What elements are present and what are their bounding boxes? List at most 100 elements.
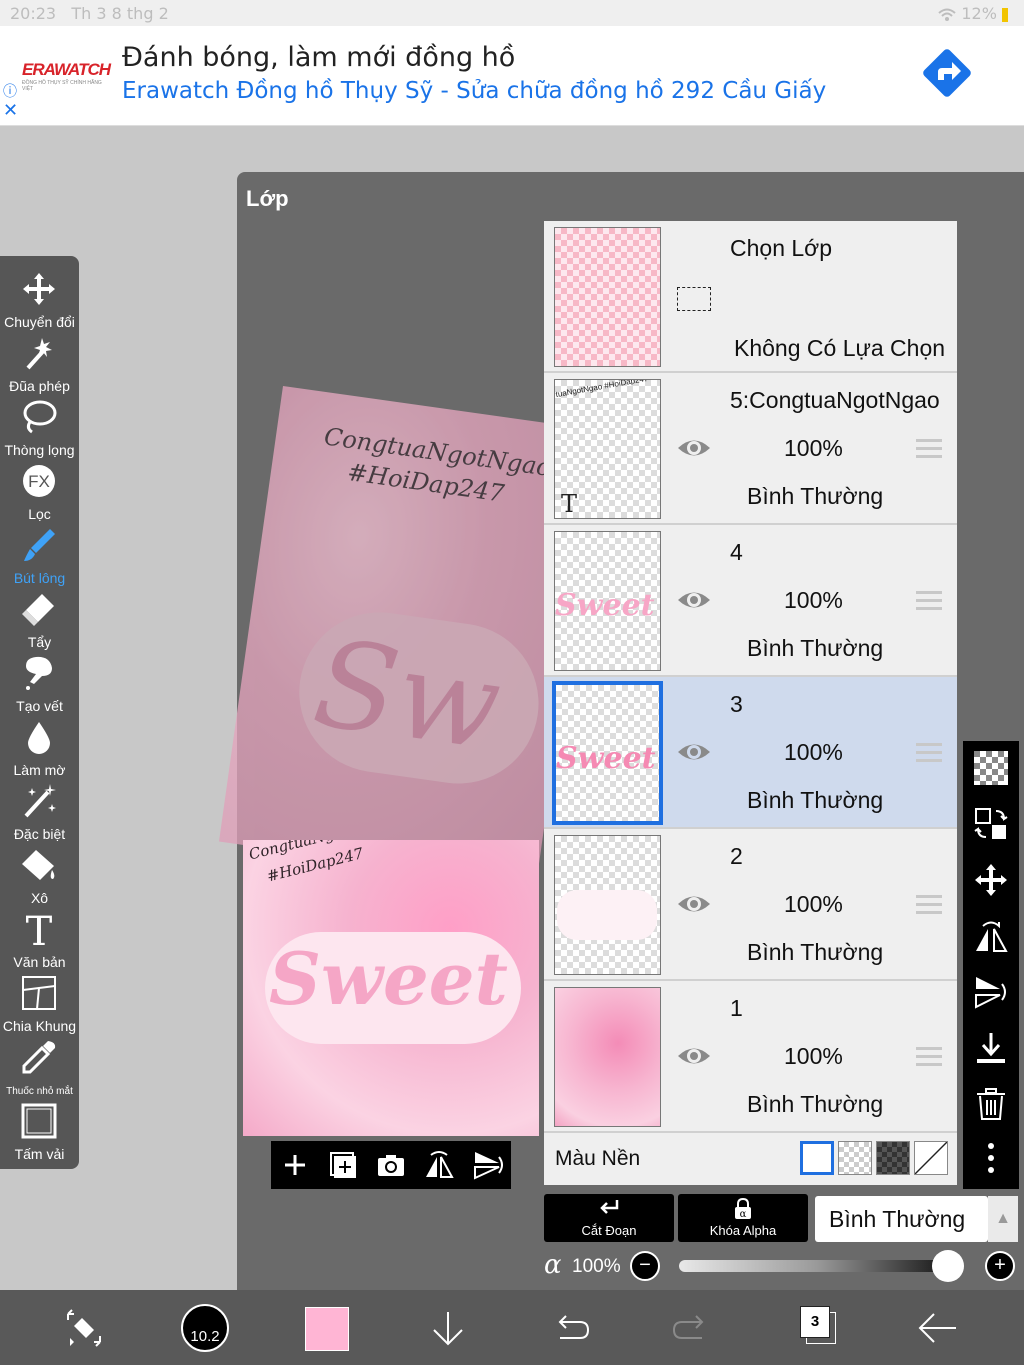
blend-mode-arrow-icon[interactable]: ▲ xyxy=(988,1196,1018,1242)
fx-glyph: FX xyxy=(28,472,50,491)
tool-filter[interactable]: FX Lọc xyxy=(0,462,79,526)
opacity-increase-button[interactable]: + xyxy=(985,1251,1015,1281)
undo-icon[interactable] xyxy=(546,1304,594,1352)
eye-icon[interactable] xyxy=(676,889,712,919)
lasso-icon xyxy=(23,400,57,434)
drag-handle-icon[interactable] xyxy=(916,1047,942,1067)
duplicate-layer-icon[interactable] xyxy=(327,1149,359,1181)
layer-opacity: 100% xyxy=(784,435,843,461)
layer-opacity: 100% xyxy=(784,891,843,917)
opacity-slider[interactable] xyxy=(679,1260,954,1272)
layer-row[interactable]: 2 100% Bình Thường xyxy=(544,829,957,981)
ad-title[interactable]: Đánh bóng, làm mới đồng hồ xyxy=(122,42,515,73)
tool-label: Bút lông xyxy=(13,570,66,586)
merge-down-icon[interactable] xyxy=(974,1031,1008,1065)
background-color-label: Màu Nền xyxy=(555,1147,641,1170)
opacity-value: 100% xyxy=(572,1256,621,1277)
directions-arrow-icon[interactable] xyxy=(916,42,978,104)
bg-none-swatch[interactable] xyxy=(914,1141,948,1175)
layer-row[interactable]: 1 100% Bình Thường xyxy=(544,981,957,1133)
eye-icon[interactable] xyxy=(676,1041,712,1071)
tool-bucket[interactable]: Xô xyxy=(0,846,79,910)
tool-text[interactable]: T Văn bản xyxy=(0,910,79,974)
eye-icon[interactable] xyxy=(676,737,712,767)
checker-icon[interactable] xyxy=(974,751,1008,785)
flip-vertical-icon[interactable] xyxy=(974,975,1008,1009)
tool-label: Tẩy xyxy=(27,634,52,650)
quick-tools-icon[interactable] xyxy=(60,1304,108,1352)
flip-vertical-icon[interactable] xyxy=(471,1149,503,1181)
canvas-artwork[interactable]: CongtuaNgotNgao #HoiDap247 Sw xyxy=(218,386,600,887)
tool-eyedropper[interactable]: Thuốc nhỏ mắt xyxy=(0,1038,79,1102)
layer-thumbnail: Sweet xyxy=(552,681,663,825)
opacity-slider-knob[interactable] xyxy=(932,1250,964,1282)
flip-horizontal-icon[interactable] xyxy=(423,1149,455,1181)
redo-icon[interactable] xyxy=(668,1304,716,1352)
layer-row-selected[interactable]: Sweet 3 100% Bình Thường xyxy=(544,677,957,829)
tool-magic-wand[interactable]: Đũa phép xyxy=(0,334,79,398)
brush-size-indicator[interactable]: 10.2 xyxy=(181,1304,229,1352)
add-layer-icon[interactable] xyxy=(279,1149,311,1181)
flip-horizontal-icon[interactable] xyxy=(974,919,1008,953)
ad-brand-tag: ĐỒNG HỒ THỤY SỸ CHÍNH HÃNG VIỆT xyxy=(22,80,102,92)
color-swatch[interactable] xyxy=(305,1307,349,1351)
tool-transform[interactable]: Chuyển đổi xyxy=(0,270,79,334)
tool-smudge[interactable]: Tạo vết xyxy=(0,654,79,718)
canvas-preview[interactable]: CongtuaNgotNgao #HoiDap247 Sweet xyxy=(243,840,539,1136)
back-arrow-icon[interactable] xyxy=(914,1304,962,1352)
layer-name: 3 xyxy=(730,691,743,717)
drag-handle-icon[interactable] xyxy=(916,743,942,763)
camera-icon[interactable] xyxy=(375,1149,407,1181)
drag-handle-icon[interactable] xyxy=(916,895,942,915)
move-icon[interactable] xyxy=(974,863,1008,897)
tool-label: Làm mờ xyxy=(13,762,66,778)
layer-blend-mode: Bình Thường xyxy=(747,939,884,965)
tool-label: Đũa phép xyxy=(9,378,70,394)
blend-mode-select[interactable]: Bình Thường xyxy=(815,1196,988,1242)
tool-special[interactable]: Đặc biệt xyxy=(0,782,79,846)
tool-frame-divider[interactable]: Chia Khung xyxy=(0,974,79,1038)
layer-row[interactable]: tuaNgotNgao #HoiDap247 T 5:CongtuaNgotNg… xyxy=(544,373,957,525)
tool-canvas[interactable]: Tấm vải xyxy=(0,1102,79,1166)
eye-icon[interactable] xyxy=(676,433,712,463)
close-icon[interactable]: ✕ xyxy=(3,100,18,121)
status-time-date: 20:23 Th 3 8 thg 2 xyxy=(10,4,169,23)
selection-rect-icon xyxy=(677,287,711,311)
eye-icon[interactable] xyxy=(676,585,712,615)
layer-blend-mode: Bình Thường xyxy=(747,1091,884,1117)
battery-icon xyxy=(1002,7,1008,22)
selection-layer-row[interactable]: Chọn Lớp Không Có Lựa Chọn xyxy=(544,221,957,373)
alpha-lock-button[interactable]: α Khóa Alpha xyxy=(678,1194,808,1242)
more-options-icon[interactable] xyxy=(974,1141,1008,1175)
trash-icon[interactable] xyxy=(974,1087,1008,1121)
layer-blend-mode: Bình Thường xyxy=(747,483,884,509)
swap-layers-icon[interactable] xyxy=(974,807,1008,841)
preview-art-text: Sweet xyxy=(269,936,508,1021)
bg-transparent-dark-swatch[interactable] xyxy=(876,1141,910,1175)
selection-thumbnail xyxy=(554,227,661,367)
tool-label: Văn bản xyxy=(13,954,66,970)
layer-row[interactable]: Sweet 4 100% Bình Thường xyxy=(544,525,957,677)
ad-banner[interactable]: ERAWATCH ĐỒNG HỒ THỤY SỸ CHÍNH HÃNG VIỆT… xyxy=(0,26,1024,126)
info-icon[interactable]: ⓘ xyxy=(3,81,17,101)
tool-label: Đặc biệt xyxy=(13,826,66,842)
drag-handle-icon[interactable] xyxy=(916,591,942,611)
tool-blur[interactable]: Làm mờ xyxy=(0,718,79,782)
drag-handle-icon[interactable] xyxy=(916,439,942,459)
text-layer-icon: T xyxy=(561,490,578,518)
right-tool-strip xyxy=(963,741,1019,1189)
lock-icon: α xyxy=(735,1198,751,1220)
bg-transparent-light-swatch[interactable] xyxy=(838,1141,872,1175)
tool-label: Thuốc nhỏ mắt xyxy=(6,1086,73,1097)
opacity-decrease-button[interactable]: − xyxy=(630,1251,660,1281)
arrow-down-icon[interactable] xyxy=(424,1304,472,1352)
clipping-button[interactable]: Cắt Đoạn xyxy=(544,1194,674,1242)
battery-percent: 12% xyxy=(961,4,997,23)
ad-subtitle[interactable]: Erawatch Đồng hồ Thụy Sỹ - Sửa chữa đồng… xyxy=(122,78,826,104)
tool-brush[interactable]: Bút lông xyxy=(0,526,79,590)
layer-name: 4 xyxy=(730,539,743,565)
bg-white-swatch[interactable] xyxy=(800,1141,834,1175)
tool-label: Xô xyxy=(30,890,49,906)
tool-lasso[interactable]: Thòng lọng xyxy=(0,398,79,462)
tool-eraser[interactable]: Tẩy xyxy=(0,590,79,654)
